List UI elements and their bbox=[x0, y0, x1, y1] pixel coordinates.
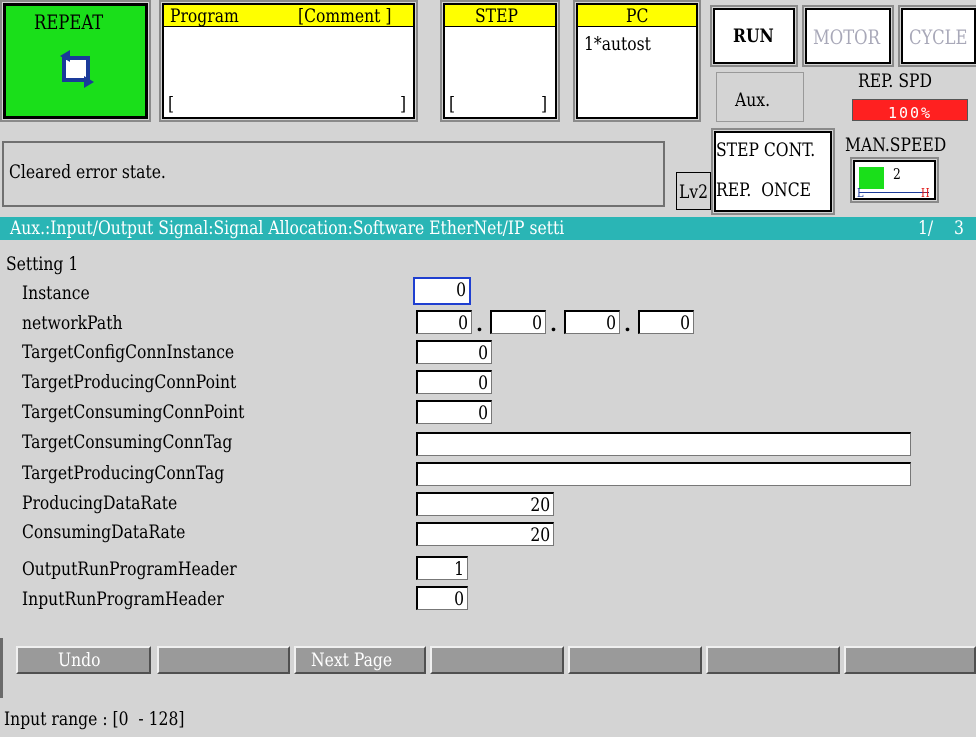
instance-label: Instance bbox=[22, 282, 90, 304]
input-run-program-header-value: 0 bbox=[454, 588, 464, 610]
function-key-6[interactable] bbox=[706, 646, 840, 674]
page-current: 1/ bbox=[918, 217, 934, 239]
step-bracket-close: ] bbox=[541, 93, 548, 115]
motor-label: MOTOR bbox=[813, 25, 880, 49]
man-speed-label: MAN.SPEED bbox=[845, 134, 947, 156]
pc-value: 1*autost bbox=[584, 33, 651, 55]
octet-sep-2: . bbox=[550, 312, 557, 336]
status-message: Cleared error state. bbox=[9, 161, 166, 183]
breadcrumb: Aux.:Input/Output Signal:Signal Allocati… bbox=[10, 217, 565, 239]
producing-data-rate-label: ProducingDataRate bbox=[22, 492, 178, 514]
cycle-label: CYCLE bbox=[909, 25, 968, 49]
producing-data-rate-field[interactable]: 20 bbox=[416, 492, 554, 516]
repeat-mode-panel[interactable]: REPEAT bbox=[0, 0, 151, 122]
step-panel[interactable]: STEP [ ] bbox=[440, 0, 560, 122]
target-producing-conn-point-label: TargetProducingConnPoint bbox=[22, 371, 237, 393]
octet-1-value: 0 bbox=[458, 312, 468, 334]
target-config-conn-instance-field[interactable]: 0 bbox=[416, 340, 492, 364]
message-bar: Cleared error state. bbox=[2, 141, 665, 207]
step-label: STEP bbox=[475, 5, 518, 27]
left-divider bbox=[0, 638, 3, 698]
output-run-program-header-field[interactable]: 1 bbox=[416, 556, 468, 580]
run-label: RUN bbox=[733, 25, 774, 47]
pc-panel[interactable]: PC 1*autost bbox=[573, 0, 701, 122]
target-config-conn-instance-label: TargetConfigConnInstance bbox=[22, 341, 235, 363]
aux-label: Aux. bbox=[735, 89, 771, 111]
run-button[interactable]: RUN bbox=[710, 5, 798, 67]
target-consuming-conn-point-field[interactable]: 0 bbox=[416, 400, 492, 424]
pc-label: PC bbox=[626, 5, 649, 27]
octet-sep-3: . bbox=[624, 312, 631, 336]
input-run-program-header-field[interactable]: 0 bbox=[416, 586, 468, 610]
target-producing-conn-point-field[interactable]: 0 bbox=[416, 370, 492, 394]
octet-4-value: 0 bbox=[680, 312, 690, 334]
input-run-program-header-label: InputRunProgramHeader bbox=[22, 588, 224, 610]
target-config-conn-instance-value: 0 bbox=[478, 342, 488, 364]
octet-2-value: 0 bbox=[532, 312, 542, 334]
undo-label: Undo bbox=[57, 649, 101, 671]
aux-button[interactable]: Aux. bbox=[716, 72, 804, 122]
network-path-octet-4[interactable]: 0 bbox=[638, 310, 694, 334]
program-label: Program bbox=[170, 5, 239, 27]
next-page-label: Next Page bbox=[310, 649, 392, 671]
man-speed-low: L bbox=[857, 186, 864, 200]
motor-button[interactable]: MOTOR bbox=[802, 5, 894, 67]
function-key-2[interactable] bbox=[157, 646, 290, 674]
rep-spd-indicator[interactable]: 100% bbox=[852, 99, 968, 121]
producing-data-rate-value: 20 bbox=[530, 494, 550, 516]
network-path-octet-2[interactable]: 0 bbox=[490, 310, 546, 334]
target-producing-conn-tag-field[interactable] bbox=[416, 462, 911, 486]
instance-field[interactable]: 0 bbox=[413, 277, 471, 305]
section-title: Setting 1 bbox=[6, 253, 79, 275]
level-label: Lv2 bbox=[679, 181, 709, 203]
function-key-4[interactable] bbox=[430, 646, 564, 674]
level-indicator: Lv2 bbox=[676, 172, 711, 210]
repeat-cycle-icon bbox=[60, 50, 94, 88]
consuming-data-rate-value: 20 bbox=[530, 524, 550, 546]
step-bracket-open: [ bbox=[449, 93, 456, 115]
undo-button[interactable]: Undo bbox=[16, 646, 151, 674]
function-key-5[interactable] bbox=[568, 646, 702, 674]
program-bracket-open: [ bbox=[168, 93, 175, 115]
network-path-octet-1[interactable]: 0 bbox=[416, 310, 472, 334]
screen-title-bar: Aux.:Input/Output Signal:Signal Allocati… bbox=[0, 217, 976, 240]
network-path-label: networkPath bbox=[22, 312, 123, 334]
target-consuming-conn-point-value: 0 bbox=[478, 402, 488, 424]
consuming-data-rate-label: ConsumingDataRate bbox=[22, 521, 186, 543]
octet-3-value: 0 bbox=[606, 312, 616, 334]
rep-spd-label: REP. SPD bbox=[858, 70, 932, 92]
output-run-program-header-value: 1 bbox=[454, 558, 464, 580]
man-speed-high: H bbox=[921, 186, 930, 200]
rep-once-label: REP. ONCE bbox=[716, 179, 811, 201]
program-bracket-close: ] bbox=[400, 93, 407, 115]
target-consuming-conn-tag-field[interactable] bbox=[416, 432, 911, 456]
target-consuming-conn-tag-label: TargetConsumingConnTag bbox=[22, 431, 233, 453]
input-range-hint: Input range : [0 - 128] bbox=[4, 708, 185, 730]
man-speed-value: 2 bbox=[893, 165, 901, 183]
target-producing-conn-point-value: 0 bbox=[478, 372, 488, 394]
network-path-octet-3[interactable]: 0 bbox=[564, 310, 620, 334]
cycle-button[interactable]: CYCLE bbox=[898, 5, 976, 67]
target-producing-conn-tag-label: TargetProducingConnTag bbox=[22, 462, 225, 484]
repeat-label: REPEAT bbox=[34, 10, 104, 34]
step-cont-rep-once-toggle[interactable]: STEP CONT. REP. ONCE bbox=[711, 128, 835, 215]
octet-sep-1: . bbox=[476, 312, 483, 336]
consuming-data-rate-field[interactable]: 20 bbox=[416, 522, 554, 546]
target-consuming-conn-point-label: TargetConsumingConnPoint bbox=[22, 401, 245, 423]
program-panel[interactable]: Program [Comment ] [ ] bbox=[159, 0, 418, 122]
step-cont-label: STEP CONT. bbox=[716, 139, 816, 161]
next-page-button[interactable]: Next Page bbox=[294, 646, 426, 674]
output-run-program-header-label: OutputRunProgramHeader bbox=[22, 558, 237, 580]
rep-spd-value: 100% bbox=[887, 104, 933, 122]
instance-value: 0 bbox=[456, 279, 466, 301]
page-total: 3 bbox=[954, 217, 964, 239]
function-key-7[interactable] bbox=[844, 646, 976, 674]
man-speed-gauge[interactable]: 2 L H bbox=[850, 157, 939, 203]
comment-label: [Comment ] bbox=[298, 5, 392, 27]
